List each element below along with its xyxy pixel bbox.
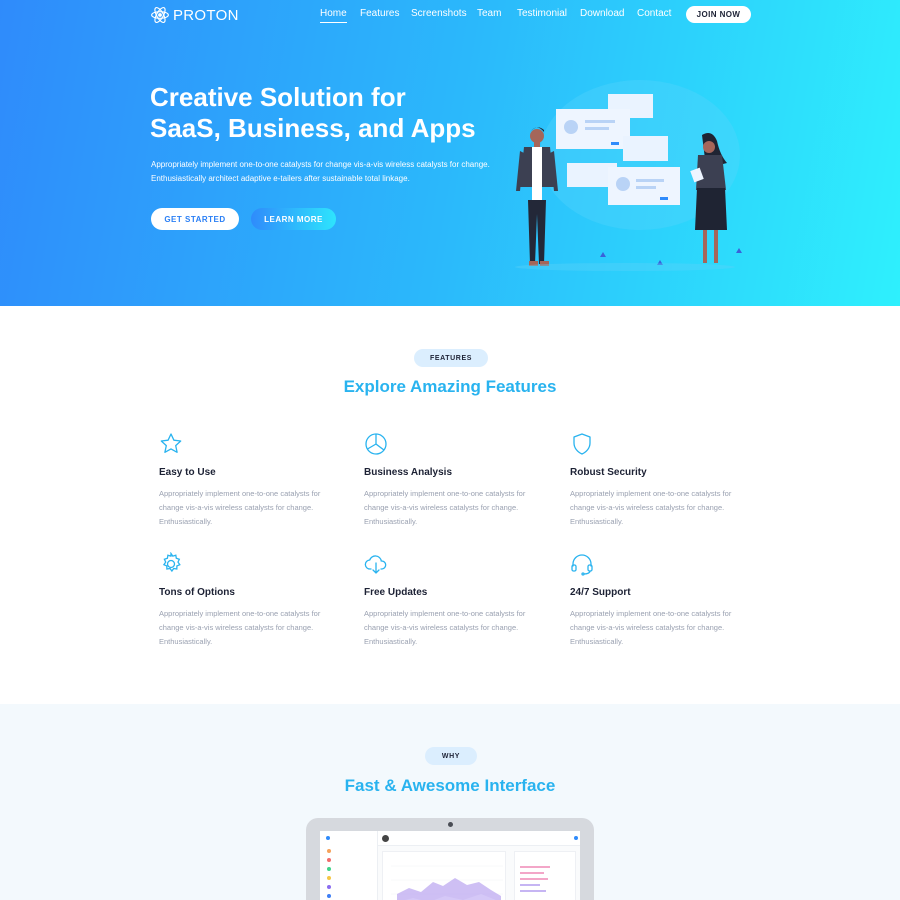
shield-icon [570,432,594,456]
feature-text: Appropriately implement one-to-one catal… [570,489,732,526]
dashboard-nav-item [327,876,331,880]
feature-card: Free Updates Appropriately implement one… [364,552,544,646]
dashboard-topbar [378,831,580,846]
feature-card: Robust Security Appropriately implement … [570,432,750,526]
star-icon [159,432,183,456]
why-pill: WHY [425,747,477,765]
feature-text: Appropriately implement one-to-one catal… [159,489,321,526]
brand-name: PROTON [173,6,239,24]
dashboard-screenshot [320,831,580,900]
cloud-download-icon [364,552,388,576]
dashboard-sidebar [320,831,378,900]
nav-item-home[interactable]: Home [320,8,347,23]
nav-item-team[interactable]: Team [477,8,501,19]
dashboard-nav-item [327,849,331,853]
gear-icon [159,551,183,576]
nav-item-features[interactable]: Features [360,8,399,19]
atom-icon [151,7,169,23]
area-chart-graphic [391,865,503,900]
feature-title: Easy to Use [159,467,216,478]
feature-card: Business Analysis Appropriately implemen… [364,432,544,526]
brand-logo[interactable]: PROTON [150,5,239,25]
headset-icon [570,552,594,576]
get-started-button[interactable]: GET STARTED [151,208,239,230]
feature-text: Appropriately implement one-to-one catal… [159,609,321,646]
feature-text: Appropriately implement one-to-one catal… [570,609,732,646]
dashboard-chart-card [382,851,506,900]
top-navbar: PROTON Home Features Screenshots Team Te… [0,0,900,30]
dashboard-brand [326,836,330,840]
nav-item-screenshots[interactable]: Screenshots [411,8,467,19]
feature-text: Appropriately implement one-to-one catal… [364,489,526,526]
features-title: Explore Amazing Features [343,377,557,396]
feature-title: Tons of Options [159,587,235,598]
dashboard-nav-item [327,885,331,889]
nav-item-download[interactable]: Download [580,8,624,19]
dashboard-logo-icon [326,836,330,840]
camera-dot [448,822,453,827]
nav-item-testimonial[interactable]: Testimonial [517,8,567,19]
hero-subtitle-line-1: Appropriately implement one-to-one catal… [151,160,490,169]
hero-subtitle-line-2: Enthusiastically architect adaptive e-ta… [151,174,410,183]
feature-card: 24/7 Support Appropriately implement one… [570,552,750,646]
hero-subtitle: Appropriately implement one-to-one catal… [151,158,511,186]
pie-chart-icon [364,432,388,456]
feature-card: Tons of Options Appropriately implement … [159,551,339,646]
hero-title-line-2: SaaS, Business, and Apps [150,113,476,143]
dashboard-notification-icon [574,836,578,840]
feature-title: Free Updates [364,587,428,598]
join-now-button[interactable]: JOIN NOW [686,6,751,23]
dashboard-list-card [514,851,576,900]
dashboard-nav-item [327,867,331,871]
why-title: Fast & Awesome Interface [344,776,556,795]
laptop-mockup [306,818,594,900]
feature-title: Robust Security [570,467,647,478]
hero-title-line-1: Creative Solution for [150,82,406,112]
nav-item-contact[interactable]: Contact [637,8,671,19]
features-pill: FEATURES [414,349,488,367]
feature-text: Appropriately implement one-to-one catal… [364,609,526,646]
dashboard-avatar [382,835,389,842]
learn-more-button[interactable]: LEARN MORE [251,208,336,230]
hero-illustration [515,80,742,271]
dashboard-nav-item [327,894,331,898]
feature-card: Easy to Use Appropriately implement one-… [159,432,339,526]
hero-section: PROTON Home Features Screenshots Team Te… [0,0,900,306]
feature-title: 24/7 Support [570,587,631,598]
dashboard-nav-item [327,858,331,862]
feature-title: Business Analysis [364,467,453,478]
hero-title: Creative Solution for SaaS, Business, an… [150,82,510,144]
why-section: WHY Fast & Awesome Interface [0,704,900,900]
